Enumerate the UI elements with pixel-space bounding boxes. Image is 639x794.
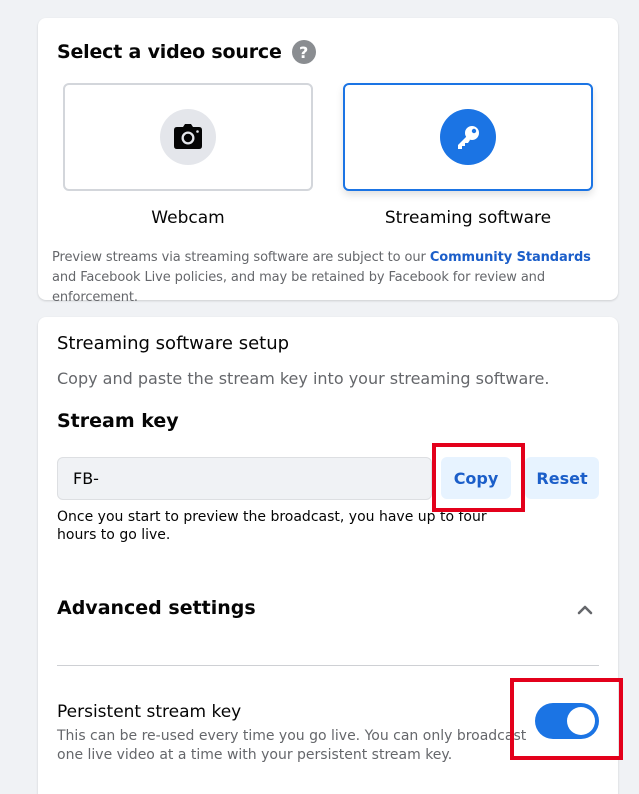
- preview-note: Once you start to preview the broadcast,…: [57, 509, 487, 543]
- persistent-key-toggle[interactable]: [535, 703, 599, 739]
- video-source-card: Select a video source ? Webcam Streaming…: [38, 18, 618, 305]
- chevron-up-icon[interactable]: [574, 599, 596, 621]
- stream-key-label: Stream key: [57, 410, 179, 432]
- reset-button[interactable]: Reset: [525, 457, 599, 499]
- setup-description: Copy and paste the stream key into your …: [57, 369, 550, 388]
- streaming-software-option[interactable]: [343, 83, 593, 191]
- page: Select a video source ? Webcam Streaming…: [0, 0, 639, 794]
- video-source-title: Select a video source: [57, 41, 282, 63]
- stream-key-value: FB-: [73, 469, 99, 488]
- copy-button[interactable]: Copy: [441, 457, 511, 499]
- toggle-knob: [567, 707, 595, 735]
- divider: [57, 665, 599, 666]
- camera-icon: [160, 109, 216, 165]
- setup-title: Streaming software setup: [57, 333, 290, 354]
- policy-text-before: Preview streams via streaming software a…: [52, 250, 430, 265]
- streaming-software-label: Streaming software: [384, 208, 552, 228]
- policy-text: Preview streams via streaming software a…: [52, 248, 608, 308]
- community-standards-link[interactable]: Community Standards: [430, 250, 591, 265]
- webcam-option[interactable]: [63, 83, 313, 191]
- streaming-setup-card: Streaming software setup Copy and paste …: [38, 317, 618, 794]
- key-icon: [440, 109, 496, 165]
- persistent-key-description: This can be re-used every time you go li…: [57, 728, 527, 763]
- webcam-label: Webcam: [151, 208, 225, 228]
- video-source-header: Select a video source ?: [57, 40, 316, 64]
- policy-text-after: and Facebook Live policies, and may be r…: [52, 270, 545, 305]
- advanced-settings-title: Advanced settings: [57, 597, 256, 619]
- persistent-key-title: Persistent stream key: [57, 702, 242, 722]
- question-mark-icon[interactable]: ?: [291, 40, 316, 64]
- stream-key-field[interactable]: FB-: [57, 457, 432, 500]
